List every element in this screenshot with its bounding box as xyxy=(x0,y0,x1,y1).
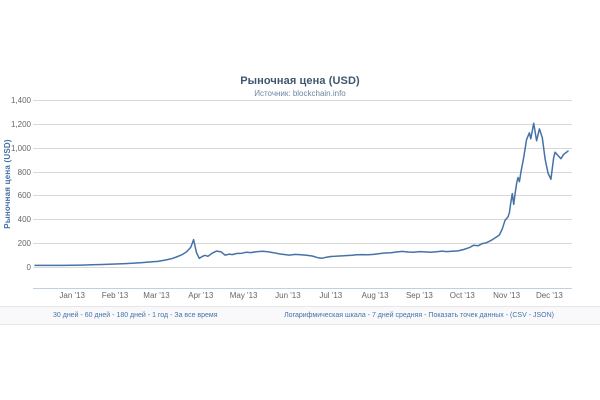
price-line-series xyxy=(35,123,568,265)
y-tick-label: 600 xyxy=(18,191,32,200)
y-axis-labels: 0 200 400 600 800 1,000 1,200 1,400 xyxy=(11,96,32,272)
x-tick-label: Jul '13 xyxy=(319,291,342,300)
range-30-days-link[interactable]: 30 дней xyxy=(53,312,78,319)
range-all-time-link[interactable]: За все время xyxy=(174,312,217,319)
x-tick-label: Jun '13 xyxy=(275,291,301,300)
y-tick-label: 1,000 xyxy=(11,144,32,153)
x-tick-label: Apr '13 xyxy=(188,291,214,300)
y-tick-label: 1,400 xyxy=(11,96,32,105)
chart-option-links: Логарифмическая шкала - 7 дней средняя -… xyxy=(284,312,554,319)
x-tick-label: Dec '13 xyxy=(536,291,563,300)
time-range-links: 30 дней - 60 дней - 180 дней - 1 год - З… xyxy=(53,312,218,319)
x-tick-label: Aug '13 xyxy=(362,291,389,300)
chart-footer-toolbar: 30 дней - 60 дней - 180 дней - 1 год - З… xyxy=(0,306,600,325)
y-tick-label: 800 xyxy=(18,168,32,177)
range-60-days-link[interactable]: 60 дней xyxy=(85,312,110,319)
export-paren-close: ) xyxy=(552,312,554,319)
show-data-points-link[interactable]: Показать точек данных xyxy=(428,312,503,319)
plot-area: Рыночная цена (USD) 02004006008001,0001,… xyxy=(0,0,600,306)
x-tick-label: Nov '13 xyxy=(493,291,520,300)
range-1-year-link[interactable]: 1 год xyxy=(152,312,168,319)
y-tick-label: 200 xyxy=(18,239,32,248)
log-scale-link[interactable]: Логарифмическая шкала xyxy=(284,312,366,319)
json-export-link[interactable]: JSON xyxy=(533,312,552,319)
y-tick-label: 1,200 xyxy=(11,120,32,129)
x-tick-label: May '13 xyxy=(230,291,258,300)
x-tick-label: Mar '13 xyxy=(143,291,170,300)
range-180-days-link[interactable]: 180 дней xyxy=(116,312,145,319)
csv-export-link[interactable]: CSV xyxy=(512,312,526,319)
x-tick-label: Oct '13 xyxy=(450,291,476,300)
seven-day-average-link[interactable]: 7 дней средняя xyxy=(372,312,422,319)
x-tick-label: Jan '13 xyxy=(59,291,85,300)
x-axis-labels: Jan '13 Feb '13 Mar '13 Apr '13 May '13 Jun '… xyxy=(59,291,563,300)
gridlines xyxy=(33,101,572,268)
x-tick-label: Sep '13 xyxy=(406,291,433,300)
y-tick-label: 400 xyxy=(18,215,32,224)
x-tick-label: Feb '13 xyxy=(102,291,129,300)
y-tick-label: 0 xyxy=(27,263,32,272)
page: Рыночная цена (USD) Источник: blockchain… xyxy=(0,0,600,400)
